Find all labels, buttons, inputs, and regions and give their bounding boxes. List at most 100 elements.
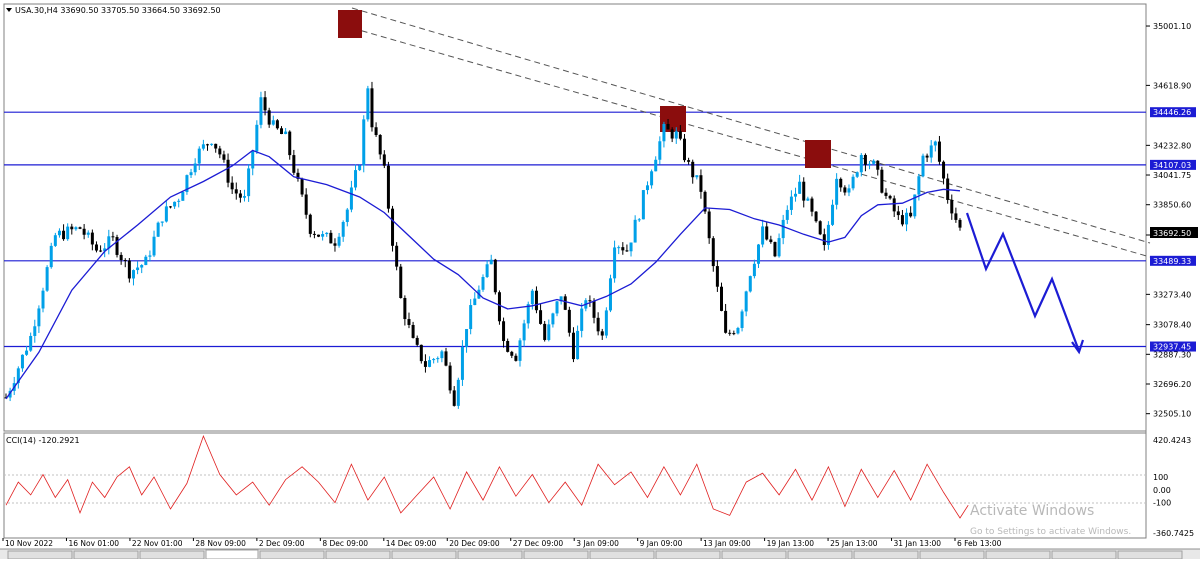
candle-body: [94, 244, 98, 251]
symbol-tab[interactable]: [589, 550, 655, 560]
candle-body: [181, 192, 185, 201]
symbol-info: USA.30,H4 33690.50 33705.50 33664.50 336…: [15, 6, 221, 15]
price-tick-label: 32696.20: [1153, 380, 1191, 389]
supply-zone-marker[interactable]: [805, 140, 831, 168]
cci-scale-label: 0.00: [1153, 486, 1171, 495]
symbol-tab[interactable]: [325, 550, 391, 560]
candle-body: [847, 188, 851, 193]
candle-body: [798, 181, 802, 194]
candle-body: [214, 143, 218, 149]
price-tick-label: 32887.30: [1153, 350, 1191, 359]
time-tick-label: 13 Jan 09:00: [703, 539, 751, 548]
candle-body: [863, 154, 867, 165]
candle-body: [452, 390, 456, 406]
candle-body: [473, 298, 477, 306]
candle-body: [744, 291, 748, 312]
candle-body: [909, 212, 913, 217]
symbol-tab[interactable]: [721, 550, 787, 560]
symbol-tab[interactable]: [7, 550, 73, 560]
price-tick-label: 33850.60: [1153, 201, 1191, 210]
symbol-tab[interactable]: [523, 550, 589, 560]
candle-body: [218, 148, 222, 155]
supply-zone-marker[interactable]: [338, 10, 362, 38]
candle-body: [205, 144, 209, 146]
candle-body: [419, 344, 423, 362]
symbol-tab[interactable]: [985, 550, 1051, 560]
candle-body: [354, 170, 358, 188]
candle-body: [604, 310, 608, 336]
symbol-tab[interactable]: [919, 550, 985, 560]
candle-body: [123, 260, 127, 262]
candle-body: [259, 97, 263, 125]
candle-body: [950, 199, 954, 214]
trading-chart-window: 35001.10 34618.90 34232.80 34041.75 33850.60…: [0, 0, 1200, 560]
candle-body: [806, 198, 810, 201]
candle-body: [333, 243, 337, 246]
candle-body: [288, 131, 292, 156]
candle-body: [872, 160, 876, 164]
symbol-tab[interactable]: [655, 550, 721, 560]
candle-body: [271, 120, 275, 125]
candle-body: [345, 209, 349, 222]
candle-body: [444, 351, 448, 366]
candle-body: [391, 208, 395, 246]
candle-body: [543, 323, 547, 340]
candle-body: [82, 228, 86, 235]
candle-body: [37, 308, 41, 327]
candle-body: [243, 196, 246, 198]
symbol-tab[interactable]: [787, 550, 853, 560]
candle-body: [662, 123, 666, 142]
candle-body: [70, 226, 74, 230]
candle-body: [896, 211, 900, 216]
symbol-tab[interactable]: [853, 550, 919, 560]
candle-body: [637, 219, 641, 221]
time-tick-label: 20 Dec 09:00: [449, 539, 500, 548]
time-tick-label: 16 Nov 01:00: [68, 539, 119, 548]
candle-body: [720, 286, 723, 311]
candle-body: [489, 259, 493, 265]
candle-body: [160, 221, 164, 223]
candle-body: [855, 172, 859, 177]
candle-body: [62, 230, 66, 240]
price-tick-label: 34232.80: [1153, 141, 1191, 150]
candle-body: [456, 379, 460, 406]
symbol-tab[interactable]: [457, 550, 523, 560]
time-tick-label: 19 Jan 13:00: [767, 539, 815, 548]
candle-body: [802, 181, 806, 201]
candle-body: [711, 238, 715, 267]
symbol-tabs: [7, 549, 1183, 560]
candle-body: [189, 172, 193, 176]
candle-body: [534, 290, 538, 311]
price-tick-label: 34041.75: [1153, 171, 1191, 180]
candle-body: [757, 244, 761, 264]
candle-body: [247, 168, 251, 197]
symbol-tab[interactable]: [1117, 550, 1183, 560]
time-tick-label: 27 Dec 09:00: [513, 539, 564, 548]
candle-body: [814, 211, 818, 222]
candle-body: [518, 340, 522, 361]
symbol-tab-active[interactable]: [205, 549, 259, 560]
symbol-tab[interactable]: [391, 550, 457, 560]
candle-body: [674, 131, 678, 139]
candle-body: [193, 163, 197, 173]
candle-body: [633, 219, 637, 243]
time-tick-label: 6 Feb 13:00: [957, 539, 1002, 548]
candle-body: [613, 247, 617, 279]
candle-body: [900, 215, 904, 225]
candle-body: [958, 219, 962, 228]
candle-body: [728, 332, 732, 334]
candle-body: [115, 237, 119, 255]
candle-body: [86, 232, 90, 235]
candle-body: [119, 254, 123, 261]
symbol-tab[interactable]: [259, 550, 325, 560]
candle-body: [687, 160, 691, 162]
price-tick-label: 32505.10: [1153, 410, 1191, 419]
candle-body: [53, 235, 57, 246]
candle-body: [25, 350, 29, 355]
candle-body: [370, 88, 374, 128]
symbol-tab[interactable]: [1051, 550, 1117, 560]
symbol-tab[interactable]: [139, 550, 205, 560]
price-tick-label: 33078.40: [1153, 321, 1191, 330]
candle-body: [818, 221, 822, 235]
symbol-tab[interactable]: [73, 550, 139, 560]
